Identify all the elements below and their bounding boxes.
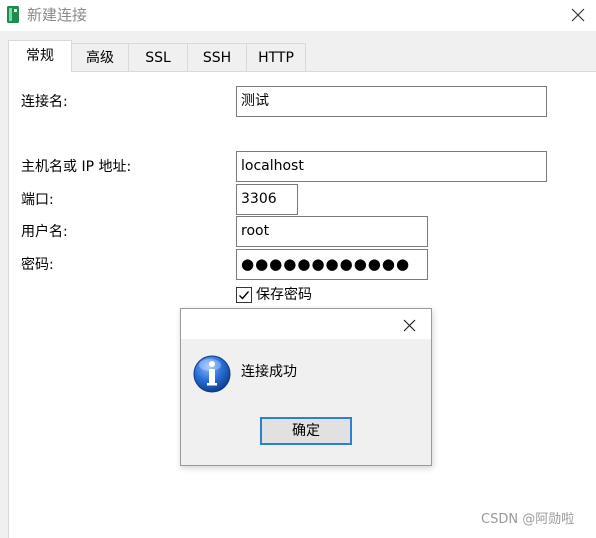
tab-ssh[interactable]: SSH bbox=[187, 43, 247, 71]
info-icon bbox=[193, 355, 231, 393]
dialog-close-button[interactable] bbox=[397, 315, 423, 337]
port-label: 端口: bbox=[21, 192, 54, 208]
dialog-message: 连接成功 bbox=[241, 364, 297, 380]
username-label: 用户名: bbox=[21, 224, 68, 240]
connection-success-dialog: 连接成功 确定 bbox=[180, 308, 432, 466]
save-password-checkbox[interactable] bbox=[236, 287, 252, 303]
tab-ssl[interactable]: SSL bbox=[128, 43, 188, 71]
checkmark-icon bbox=[239, 291, 250, 300]
password-input[interactable]: ●●●●●●●●●●●● bbox=[236, 249, 428, 280]
port-input[interactable]: 3306 bbox=[236, 184, 298, 215]
host-input[interactable]: localhost bbox=[236, 151, 547, 182]
title-bar: 新建连接 bbox=[0, 0, 596, 31]
username-input[interactable]: root bbox=[236, 216, 428, 247]
connection-name-label: 连接名: bbox=[21, 94, 68, 110]
window-title: 新建连接 bbox=[27, 6, 88, 24]
tab-general[interactable]: 常规 bbox=[8, 40, 72, 72]
dialog-body: 连接成功 确定 bbox=[181, 339, 431, 465]
general-tab-panel bbox=[8, 71, 596, 538]
close-icon bbox=[403, 319, 416, 332]
save-password-label[interactable]: 保存密码 bbox=[256, 286, 312, 304]
ok-button[interactable]: 确定 bbox=[260, 417, 352, 445]
tab-http[interactable]: HTTP bbox=[246, 43, 306, 71]
close-icon bbox=[571, 8, 585, 22]
tab-advanced[interactable]: 高级 bbox=[71, 43, 129, 71]
watermark: CSDN @阿勋啦 bbox=[481, 512, 575, 527]
password-label: 密码: bbox=[21, 257, 54, 273]
connection-name-input[interactable]: 测试 bbox=[236, 86, 547, 117]
window-close-button[interactable] bbox=[563, 0, 596, 31]
host-label: 主机名或 IP 地址: bbox=[21, 159, 132, 175]
navicat-app-icon bbox=[7, 6, 19, 23]
